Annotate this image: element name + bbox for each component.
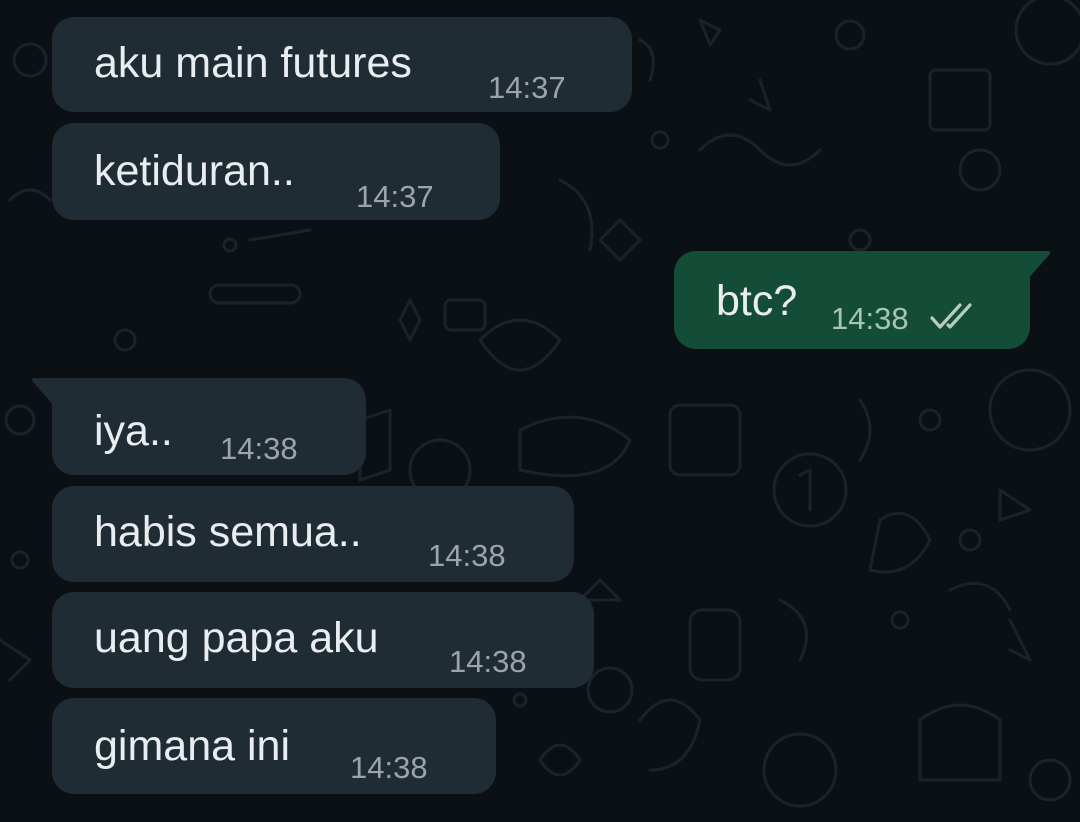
message-timestamp: 14:38 bbox=[220, 431, 298, 466]
double-check-read-icon bbox=[930, 303, 972, 329]
message-timestamp: 14:38 bbox=[831, 301, 909, 336]
message-timestamp: 14:37 bbox=[488, 70, 566, 105]
message-text: iya.. bbox=[94, 407, 173, 455]
message-bubble-incoming[interactable]: habis semua.. 14:38 bbox=[52, 486, 574, 582]
message-text: habis semua.. bbox=[94, 508, 362, 556]
message-text: ketiduran.. bbox=[94, 147, 295, 195]
message-timestamp: 14:38 bbox=[428, 538, 506, 573]
message-timestamp: 14:37 bbox=[356, 179, 434, 214]
message-timestamp: 14:38 bbox=[350, 750, 428, 785]
message-text: uang papa aku bbox=[94, 614, 379, 662]
message-bubble-outgoing[interactable]: btc? 14:38 bbox=[674, 251, 1030, 349]
message-timestamp: 14:38 bbox=[449, 644, 527, 679]
message-text: aku main futures bbox=[94, 39, 412, 87]
message-bubble-incoming[interactable]: gimana ini 14:38 bbox=[52, 698, 496, 794]
message-bubble-incoming[interactable]: aku main futures 14:37 bbox=[52, 17, 632, 112]
message-bubble-incoming[interactable]: ketiduran.. 14:37 bbox=[52, 123, 500, 220]
message-bubble-incoming[interactable]: iya.. 14:38 bbox=[52, 378, 366, 475]
message-bubble-incoming[interactable]: uang papa aku 14:38 bbox=[52, 592, 594, 688]
message-text: gimana ini bbox=[94, 722, 290, 770]
message-text: btc? bbox=[716, 277, 798, 325]
